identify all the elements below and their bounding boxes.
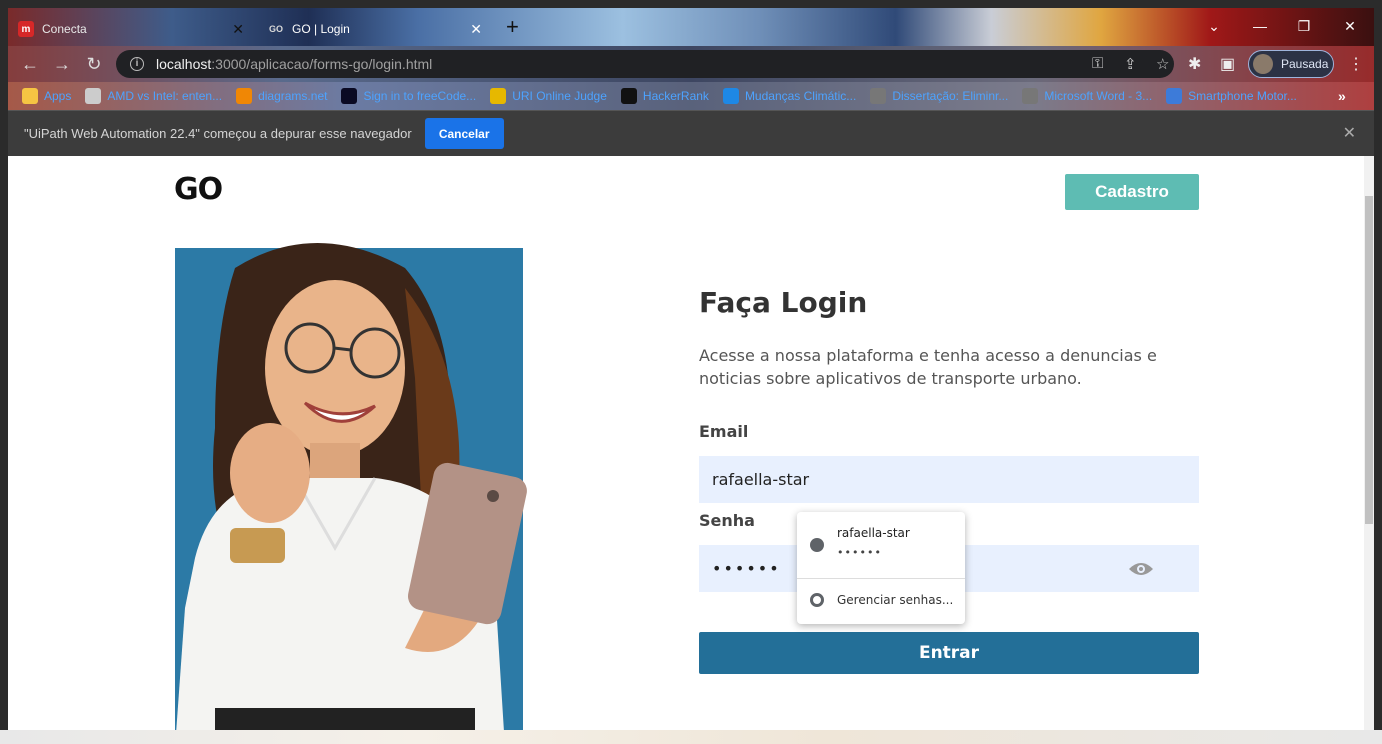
back-icon[interactable]: ←: [18, 52, 42, 76]
refresh-icon: [722, 88, 739, 104]
new-tab-icon[interactable]: +: [506, 14, 519, 40]
url-path: :3000/aplicacao/forms-go/login.html: [211, 56, 433, 72]
bookmark-item[interactable]: HackerRank: [620, 88, 709, 104]
menu-icon[interactable]: ⋮: [1348, 54, 1364, 74]
signup-button[interactable]: Cadastro: [1065, 174, 1199, 210]
url-host: localhost: [156, 56, 212, 72]
woman-with-phone-illustration: [175, 243, 527, 738]
tab-strip: m Conecta ✕ GO GO | Login ✕ + ⌄ — ❐ ✕: [8, 8, 1374, 46]
scrollbar-thumb[interactable]: [1365, 196, 1373, 524]
go-favicon-icon: GO: [268, 24, 283, 34]
share-icon[interactable]: ⇪: [1124, 55, 1137, 73]
suggestion-password-mask: ••••••: [837, 546, 882, 559]
chrome-icon: [810, 593, 824, 607]
bookmark-label: Sign in to freeCode...: [363, 89, 477, 103]
bookmark-item[interactable]: URI Online Judge: [490, 88, 607, 104]
more-bookmarks-icon[interactable]: »: [1338, 88, 1346, 104]
bookmark-item[interactable]: Apps: [22, 88, 71, 104]
apps-grid-icon: [22, 88, 38, 104]
freecodecamp-icon: [341, 88, 358, 104]
suggestion-username: rafaella-star: [837, 526, 910, 540]
page-title: Faça Login: [699, 286, 868, 319]
infobar-message: "UiPath Web Automation 22.4" começou a d…: [24, 126, 412, 141]
bookmark-item[interactable]: Smartphone Motor...: [1166, 88, 1297, 104]
tab-go-login[interactable]: GO GO | Login ✕: [258, 12, 494, 46]
phone-icon: [1166, 88, 1183, 104]
bookmark-item[interactable]: AMD vs Intel: enten...: [85, 88, 222, 104]
tab-search-icon[interactable]: ⌄: [1192, 14, 1236, 38]
address-bar[interactable]: i localhost:3000/aplicacao/forms-go/logi…: [116, 50, 1174, 78]
bookmark-item[interactable]: Sign in to freeCode...: [341, 88, 476, 104]
tab-title: GO | Login: [292, 22, 350, 36]
password-autofill-popup: rafaella-star •••••• Gerenciar senhas...: [797, 512, 965, 624]
diagrams-icon: [236, 88, 253, 104]
bookmark-label: Mudanças Climátic...: [744, 89, 857, 103]
page-description: Acesse a nossa plataforma e tenha acesso…: [699, 346, 1157, 388]
extensions-icon[interactable]: ✱: [1188, 54, 1201, 74]
page-content: GO Cadastro Faça Login Acesse a nossa pl…: [8, 156, 1364, 738]
bookmark-item[interactable]: Microsoft Word - 3...: [1022, 88, 1152, 104]
debug-infobar: "UiPath Web Automation 22.4" começou a d…: [8, 110, 1374, 156]
bookmark-item[interactable]: Mudanças Climátic...: [722, 88, 857, 104]
divider: [797, 578, 965, 579]
go-logo[interactable]: GO: [174, 172, 223, 207]
reload-icon[interactable]: ↻: [82, 52, 106, 76]
hackerrank-icon: [620, 88, 637, 104]
key-icon[interactable]: ⚿: [1092, 55, 1103, 72]
password-label: Senha: [699, 511, 755, 530]
bookmark-label: HackerRank: [642, 89, 709, 103]
tab-title: Conecta: [42, 22, 87, 36]
bookmarks-bar: Apps AMD vs Intel: enten... diagrams.net Si…: [8, 82, 1374, 110]
email-field[interactable]: [699, 456, 1199, 503]
browser-toolbar: ← → ↻ i localhost:3000/aplicacao/forms-g…: [8, 46, 1374, 82]
cancel-debugging-button[interactable]: Cancelar: [424, 118, 504, 149]
restore-icon[interactable]: ❐: [1282, 14, 1326, 38]
profile-button[interactable]: Pausada: [1248, 50, 1334, 78]
conecta-favicon-icon: m: [18, 21, 34, 37]
bookmark-label: Apps: [44, 89, 72, 103]
bookmark-label: Dissertação: Eliminr...: [892, 89, 1009, 103]
close-tab-icon[interactable]: ✕: [470, 21, 482, 38]
bookmark-label: Microsoft Word - 3...: [1044, 89, 1153, 103]
close-tab-icon[interactable]: ✕: [232, 21, 244, 38]
bookmark-label: diagrams.net: [258, 89, 328, 103]
close-window-icon[interactable]: ✕: [1328, 14, 1372, 38]
page-scrollbar[interactable]: [1364, 156, 1374, 738]
forward-icon[interactable]: →: [50, 52, 74, 76]
minimize-icon[interactable]: —: [1238, 14, 1282, 38]
bookmark-item[interactable]: Dissertação: Eliminr...: [870, 88, 1008, 104]
site-info-icon[interactable]: i: [130, 57, 144, 71]
desktop-taskbar-edge: [0, 730, 1382, 744]
profile-status: Pausada: [1281, 57, 1329, 71]
bookmark-item[interactable]: diagrams.net: [236, 88, 327, 104]
autofill-suggestion[interactable]: rafaella-star ••••••: [797, 512, 965, 578]
login-submit-button[interactable]: Entrar: [699, 632, 1199, 674]
page-icon: [85, 88, 102, 104]
show-password-eye-icon[interactable]: [1128, 561, 1154, 577]
globe-icon: [1022, 88, 1039, 104]
tab-conecta[interactable]: m Conecta ✕: [8, 12, 256, 46]
bookmark-label: Smartphone Motor...: [1188, 89, 1297, 103]
email-label: Email: [699, 422, 749, 441]
hero-image: [175, 228, 532, 738]
manage-passwords-link[interactable]: Gerenciar senhas...: [837, 593, 953, 607]
avatar: [1253, 54, 1273, 74]
browser-window: m Conecta ✕ GO GO | Login ✕ + ⌄ — ❐ ✕ ← …: [8, 8, 1374, 744]
close-infobar-icon[interactable]: ✕: [1343, 123, 1356, 143]
trophy-icon: [490, 88, 507, 104]
globe-icon: [870, 88, 887, 104]
bookmark-label: URI Online Judge: [512, 89, 607, 103]
bookmark-star-icon[interactable]: ☆: [1156, 55, 1169, 73]
side-panel-icon[interactable]: ▣: [1220, 54, 1235, 74]
bookmark-label: AMD vs Intel: enten...: [107, 89, 223, 103]
globe-icon: [810, 538, 824, 552]
